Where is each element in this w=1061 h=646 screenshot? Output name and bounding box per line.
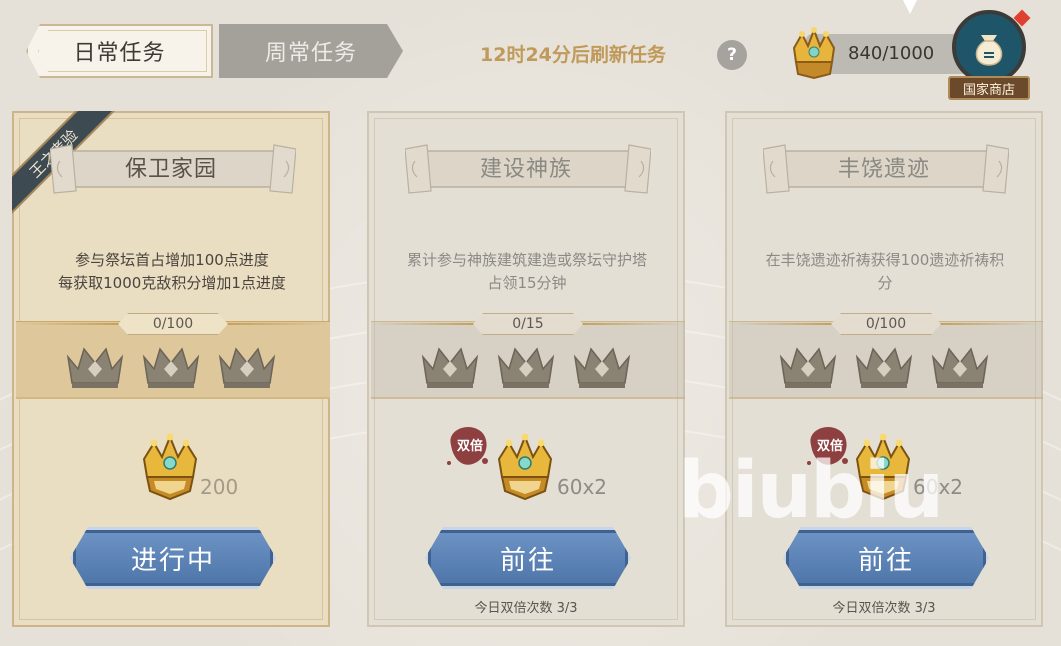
tab-weekly-tasks[interactable]: 周常任务: [219, 24, 403, 78]
progress-divider-left: [731, 323, 831, 325]
crown-outline-icon: [140, 339, 202, 391]
tab-daily-tasks[interactable]: 日常任务: [26, 24, 213, 78]
progress-divider-right: [583, 323, 683, 325]
double-badge-label: 双倍: [816, 439, 843, 454]
shop-circle: [952, 10, 1026, 84]
money-bag-icon: [975, 35, 1003, 66]
crown-outline-icon: [64, 339, 126, 391]
double-count-text: 今日双倍次数 3/3: [474, 601, 578, 616]
description-line: 参与祭坛首占增加100点进度 每获取1000克敌积分增加1点进度: [58, 251, 286, 292]
task-card-defend-home: 王之考验 保卫家园 参与祭坛首占增加100点进度 每获取1000克敌积分增加1点…: [12, 111, 330, 627]
decor-triangle: [903, 0, 917, 14]
crown-outline-icon: [777, 339, 839, 391]
progress-counter: 0/15: [473, 313, 583, 335]
shop-label: 国家商店: [948, 76, 1030, 100]
tab-weekly-label: 周常任务: [264, 41, 357, 66]
card-description: 累计参与神族建筑建造或祭坛守护塔 占领15分钟: [375, 249, 679, 295]
tab-daily-label: 日常任务: [73, 41, 166, 66]
description-line: 在丰饶遗迹祈祷获得100遗迹祈祷积 分: [765, 251, 1005, 292]
double-badge-label: 双倍: [456, 439, 483, 454]
crown-outline-icon: [419, 339, 481, 391]
task-card-build-divine: 建设神族 累计参与神族建筑建造或祭坛守护塔 占领15分钟 0/15 双倍 60x…: [367, 111, 685, 627]
gold-crown-icon: [851, 433, 915, 501]
gold-crown-icon: [792, 27, 836, 80]
refresh-timer: 12时24分后刷新任务: [480, 44, 666, 66]
card-title: 建设神族: [479, 157, 572, 182]
description-line: 累计参与神族建筑建造或祭坛守护塔 占领15分钟: [406, 251, 647, 292]
crown-outline-icon: [495, 339, 557, 391]
card-description: 参与祭坛首占增加100点进度 每获取1000克敌积分增加1点进度: [20, 249, 324, 295]
reward-amount: 60x2: [557, 475, 608, 499]
reward-amount: 60x2: [913, 475, 964, 499]
points-value: 840/1000: [848, 43, 935, 64]
gold-crown-icon: [493, 433, 557, 501]
card-title: 保卫家园: [124, 157, 217, 182]
progress-counter: 0/100: [118, 313, 228, 335]
in-progress-button[interactable]: 进行中: [70, 527, 276, 589]
gold-crown-icon: [138, 433, 202, 501]
crown-outline-icon: [929, 339, 991, 391]
national-shop-button[interactable]: 国家商店: [948, 9, 1031, 100]
task-card-fertile-ruins: 丰饶遗迹 在丰饶遗迹祈祷获得100遗迹祈祷积 分 0/100 双倍 60x2 前…: [725, 111, 1043, 627]
progress-divider-left: [373, 323, 473, 325]
question-icon[interactable]: ?: [717, 40, 747, 70]
crown-outline-icon: [571, 339, 633, 391]
progress-divider-right: [941, 323, 1041, 325]
progress-divider-left: [18, 323, 118, 325]
go-button[interactable]: 前往: [425, 527, 631, 589]
card-title: 丰饶遗迹: [837, 157, 930, 182]
crown-outline-icon: [853, 339, 915, 391]
crown-outline-icon: [216, 339, 278, 391]
progress-divider-right: [228, 323, 328, 325]
double-count-text: 今日双倍次数 3/3: [832, 601, 936, 616]
progress-counter: 0/100: [831, 313, 941, 335]
reward-amount: 200: [200, 475, 239, 499]
card-description: 在丰饶遗迹祈祷获得100遗迹祈祷积 分: [733, 249, 1037, 295]
go-button[interactable]: 前往: [783, 527, 989, 589]
